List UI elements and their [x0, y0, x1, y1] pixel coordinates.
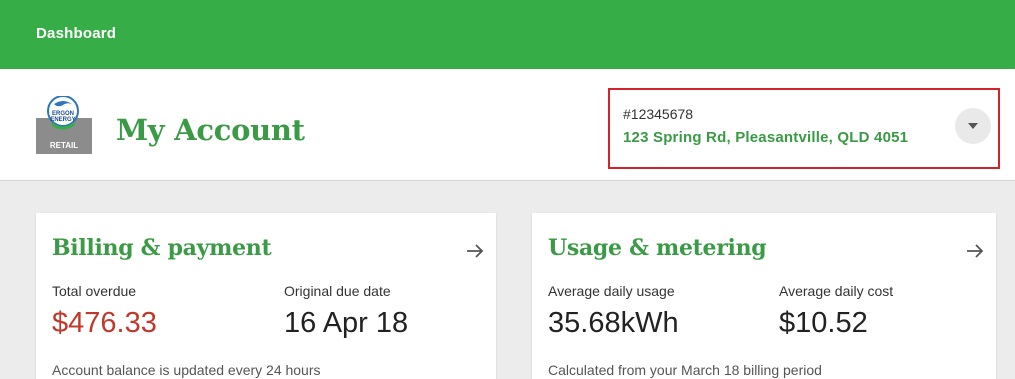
total-overdue-value: $476.33 [52, 307, 157, 339]
usage-card-title: Usage & metering [548, 235, 767, 261]
due-date-label: Original due date [284, 283, 391, 299]
arrow-right-icon[interactable] [466, 243, 484, 259]
arrow-right-icon[interactable] [966, 243, 984, 259]
account-dropdown-button[interactable] [955, 108, 991, 144]
ergon-energy-logo: ERGON ENERGY RETAIL [36, 95, 92, 154]
billing-note: Account balance is updated every 24 hour… [52, 362, 321, 378]
caret-down-icon [968, 123, 978, 129]
account-number: #12345678 [623, 106, 694, 122]
nav-dashboard-link[interactable]: Dashboard [36, 25, 116, 42]
usage-metering-card: Usage & metering Average daily usage 35.… [532, 213, 996, 379]
account-selector[interactable]: #12345678 123 Spring Rd, Pleasantville, … [608, 88, 1000, 169]
total-overdue-label: Total overdue [52, 283, 137, 299]
billing-card-title: Billing & payment [52, 235, 272, 261]
usage-note: Calculated from your March 18 billing pe… [548, 362, 822, 378]
account-header: ERGON ENERGY RETAIL My Account #12345678… [0, 69, 1015, 181]
top-nav-bar: Dashboard [0, 0, 1015, 69]
page-title: My Account [116, 113, 305, 147]
average-daily-usage-label: Average daily usage [548, 283, 675, 299]
average-daily-cost-value: $10.52 [779, 307, 868, 339]
billing-payment-card: Billing & payment Total overdue $476.33 … [36, 213, 496, 379]
svg-text:RETAIL: RETAIL [50, 141, 78, 150]
account-address: 123 Spring Rd, Pleasantville, QLD 4051 [623, 129, 909, 146]
svg-text:ENERGY: ENERGY [50, 117, 75, 123]
due-date-value: 16 Apr 18 [284, 307, 409, 339]
average-daily-usage-value: 35.68kWh [548, 307, 679, 339]
average-daily-cost-label: Average daily cost [779, 283, 894, 299]
